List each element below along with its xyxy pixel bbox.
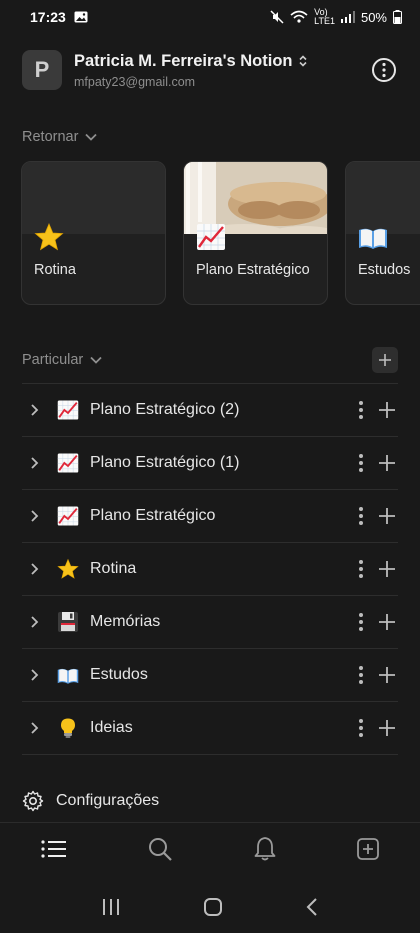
plus-icon[interactable] bbox=[378, 613, 396, 631]
page-row[interactable]: Estudos bbox=[22, 649, 398, 702]
recent-card-rotina[interactable]: Rotina bbox=[21, 161, 166, 305]
more-options-icon[interactable] bbox=[358, 718, 364, 738]
recent-card-estudos[interactable]: Estudos bbox=[345, 161, 420, 305]
plus-icon[interactable] bbox=[378, 560, 396, 578]
more-options-icon[interactable] bbox=[358, 665, 364, 685]
private-section-header: Particular bbox=[22, 346, 398, 374]
more-options-icon[interactable] bbox=[358, 453, 364, 473]
system-navigation-bar bbox=[0, 880, 420, 933]
home-icon[interactable] bbox=[203, 897, 223, 917]
mute-icon bbox=[270, 10, 284, 24]
workspace-email: mfpaty23@gmail.com bbox=[74, 74, 196, 89]
back-icon[interactable] bbox=[305, 897, 319, 917]
page-row[interactable]: Plano Estratégico (2) bbox=[22, 384, 398, 437]
chart-increasing-icon bbox=[197, 224, 225, 250]
card-label: Rotina bbox=[34, 262, 76, 278]
battery-percent: 50% bbox=[360, 9, 387, 25]
page-row[interactable]: Ideias bbox=[22, 702, 398, 755]
plus-icon[interactable] bbox=[378, 666, 396, 684]
volte-indicator: Vo) LTE1 bbox=[314, 7, 335, 26]
light-bulb-icon bbox=[56, 716, 80, 740]
new-page-icon[interactable] bbox=[356, 837, 380, 861]
plus-icon bbox=[379, 354, 391, 366]
chart-increasing-icon bbox=[56, 451, 80, 475]
chevron-right-icon[interactable] bbox=[22, 615, 50, 629]
workspace-name: Patricia M. Ferreira's Notion bbox=[74, 51, 293, 70]
recent-section-toggle[interactable]: Retornar bbox=[22, 129, 398, 145]
menu-list-icon[interactable] bbox=[40, 838, 68, 860]
chevron-down-icon bbox=[85, 133, 98, 141]
battery-icon bbox=[393, 10, 402, 24]
workspace-avatar: P bbox=[22, 50, 62, 90]
wifi-icon bbox=[290, 10, 308, 23]
open-book-icon bbox=[56, 663, 80, 687]
chevron-up-down-icon bbox=[298, 55, 307, 67]
plus-icon[interactable] bbox=[378, 401, 396, 419]
plus-icon[interactable] bbox=[378, 454, 396, 472]
search-icon[interactable] bbox=[147, 836, 173, 862]
star-icon bbox=[56, 557, 80, 581]
card-label: Estudos bbox=[358, 262, 411, 278]
page-title: Rotina bbox=[90, 560, 137, 577]
recent-cards: Rotina Plano Estratégico Estudos bbox=[21, 161, 420, 305]
page-title: Ideias bbox=[90, 719, 133, 736]
recent-section-title: Retornar bbox=[22, 129, 79, 145]
chart-increasing-icon bbox=[56, 398, 80, 422]
chevron-down-icon[interactable] bbox=[89, 355, 103, 365]
page-title: Plano Estratégico (2) bbox=[90, 401, 240, 418]
chevron-right-icon[interactable] bbox=[22, 562, 50, 576]
settings-label: Configurações bbox=[56, 792, 160, 809]
card-label: Plano Estratégico bbox=[196, 262, 310, 278]
bottom-toolbar bbox=[0, 822, 420, 874]
page-row[interactable]: Rotina bbox=[22, 543, 398, 596]
page-title: Memórias bbox=[90, 613, 161, 630]
more-options-icon[interactable] bbox=[370, 56, 398, 84]
more-options-icon[interactable] bbox=[358, 506, 364, 526]
more-options-icon[interactable] bbox=[358, 559, 364, 579]
status-time: 17:23 bbox=[30, 9, 66, 25]
page-title: Plano Estratégico bbox=[90, 507, 216, 524]
page-title: Estudos bbox=[90, 666, 148, 683]
page-row[interactable]: Plano Estratégico (1) bbox=[22, 437, 398, 490]
page-row[interactable]: Memórias bbox=[22, 596, 398, 649]
page-title: Plano Estratégico (1) bbox=[90, 454, 240, 471]
more-options-icon[interactable] bbox=[358, 612, 364, 632]
chevron-right-icon[interactable] bbox=[22, 456, 50, 470]
page-row[interactable]: Plano Estratégico bbox=[22, 490, 398, 543]
more-options-icon[interactable] bbox=[358, 400, 364, 420]
chevron-right-icon[interactable] bbox=[22, 509, 50, 523]
plus-icon[interactable] bbox=[378, 719, 396, 737]
recent-card-plano-estrategico[interactable]: Plano Estratégico bbox=[183, 161, 328, 305]
plus-icon[interactable] bbox=[378, 507, 396, 525]
star-icon bbox=[34, 222, 64, 251]
settings-item[interactable]: Configurações bbox=[22, 790, 159, 812]
signal-icon bbox=[340, 11, 355, 23]
chart-increasing-icon bbox=[56, 504, 80, 528]
chevron-right-icon[interactable] bbox=[22, 721, 50, 735]
workspace-switcher[interactable]: Patricia M. Ferreira's Notion bbox=[74, 52, 308, 71]
recent-apps-icon[interactable] bbox=[101, 898, 121, 916]
status-bar: 17:23 Vo) LTE1 50% bbox=[0, 0, 420, 34]
gear-icon bbox=[22, 790, 44, 812]
gallery-icon bbox=[74, 11, 88, 23]
open-book-icon bbox=[359, 228, 387, 249]
floppy-disk-icon bbox=[56, 610, 80, 634]
bell-icon[interactable] bbox=[253, 836, 277, 862]
private-section-title[interactable]: Particular bbox=[22, 352, 83, 368]
add-page-button[interactable] bbox=[372, 347, 398, 373]
chevron-right-icon[interactable] bbox=[22, 668, 50, 682]
chevron-right-icon[interactable] bbox=[22, 403, 50, 417]
workspace-header[interactable]: P Patricia M. Ferreira's Notion mfpaty23… bbox=[22, 48, 398, 92]
